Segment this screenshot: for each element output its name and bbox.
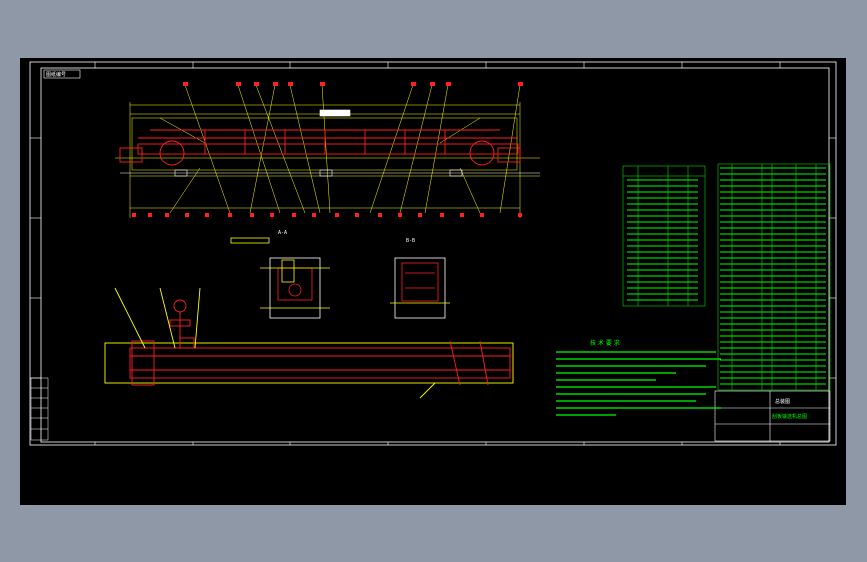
border-tag-label: 图纸编号: [46, 72, 67, 78]
title-block-tag: 总装图: [775, 399, 791, 405]
technical-notes: [556, 350, 726, 424]
main-elevation-view: [115, 82, 540, 218]
section-b-label: B-B: [406, 238, 416, 244]
section-a-label: A-A: [278, 230, 288, 236]
title-block-title: 刮板输送机总图: [772, 414, 808, 420]
notes-title: 技 术 要 求: [590, 340, 620, 347]
parameters-rows: [627, 179, 698, 301]
section-view-b: [390, 257, 450, 319]
section-view-a: [230, 237, 330, 319]
cad-drawing-canvas[interactable]: 图纸编号 A-A B-B 技 术 要 求 总装图 刮板输送机总图: [20, 58, 846, 505]
bom-rows: [720, 167, 826, 385]
notes-lines: [556, 351, 721, 416]
left-revision-strip: [30, 377, 49, 441]
plan-view: [104, 287, 514, 399]
